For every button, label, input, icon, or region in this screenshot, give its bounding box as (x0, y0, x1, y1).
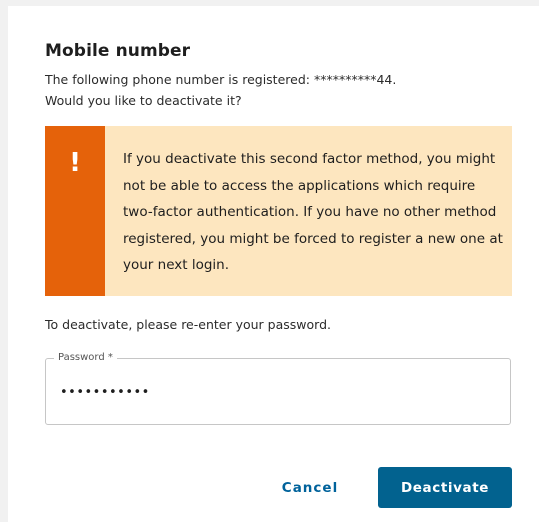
password-input[interactable]: ••••••••••• (60, 385, 150, 400)
cancel-button[interactable]: Cancel (270, 469, 350, 507)
dialog-description: The following phone number is registered… (45, 69, 515, 111)
deactivate-question-text: Would you like to deactivate it? (45, 93, 242, 108)
deactivate-button[interactable]: Deactivate (378, 467, 512, 508)
registered-number-text: The following phone number is registered… (45, 72, 397, 87)
warning-accent-bar: ! (45, 126, 105, 296)
warning-message: If you deactivate this second factor met… (123, 151, 503, 273)
dialog-title: Mobile number (45, 41, 191, 61)
warning-box: ! If you deactivate this second factor m… (45, 126, 512, 296)
exclamation-icon: ! (69, 148, 81, 178)
deactivate-mobile-dialog: Mobile number The following phone number… (8, 6, 539, 522)
password-label: Password * (54, 351, 117, 365)
reenter-password-prompt: To deactivate, please re-enter your pass… (45, 317, 331, 332)
password-field[interactable]: Password * ••••••••••• (45, 351, 511, 425)
